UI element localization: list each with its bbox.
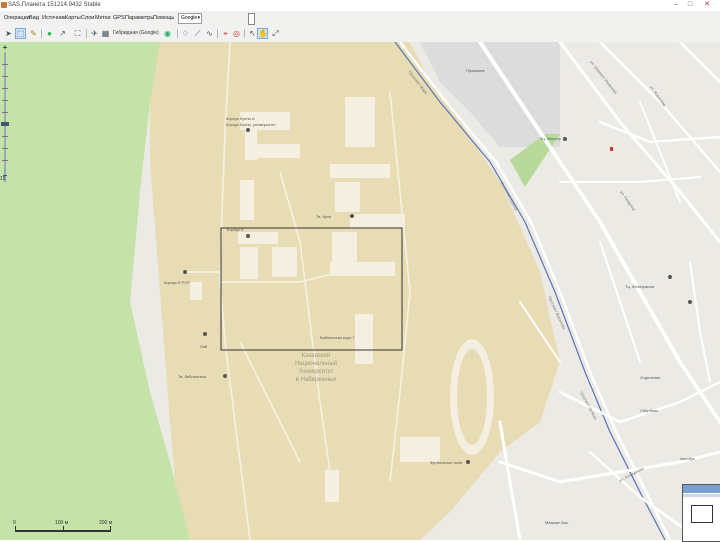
menu-view[interactable]: Вид	[29, 11, 39, 25]
label-uni-area-4: в Набережных	[296, 377, 336, 383]
label-poi-lib2: Тв. библиотека	[178, 374, 207, 379]
label-poi-shop3: Магазин Бас	[545, 520, 568, 525]
chevron-down-icon: ▾	[197, 15, 200, 21]
route-icon[interactable]: ∿	[204, 28, 215, 39]
gps-icon[interactable]: ⌖	[220, 28, 231, 39]
menu-help[interactable]: Помощь	[153, 11, 174, 25]
globe-icon[interactable]: ●	[44, 28, 55, 39]
minimap[interactable]	[682, 484, 720, 542]
label-poi-sport: Футбольное поле	[430, 460, 463, 465]
source-select[interactable]: Google ▾	[178, 13, 202, 24]
label-poi-shop: Тц. Мастер	[540, 136, 562, 141]
menu-bar: Операции Вид Источник Карты Слои Метки G…	[0, 11, 720, 26]
menu-marks[interactable]: Метки	[95, 11, 111, 25]
source-select-value: Google	[181, 15, 198, 21]
edit-path-icon[interactable]: ↗	[57, 28, 68, 39]
label-uni-area-2: Национальный	[295, 360, 337, 367]
label-poi-kitchen: Корпус Кухни А	[226, 116, 255, 121]
menu-gps[interactable]: GPS	[113, 11, 125, 25]
select-rect-icon[interactable]: ⬚	[15, 28, 26, 39]
label-uni-area-3: Университет	[299, 369, 334, 375]
ruler-icon[interactable]: ⟋	[192, 28, 203, 39]
marker-icon[interactable]: ♢	[180, 28, 191, 39]
layers-icon[interactable]: ◉	[162, 28, 173, 39]
label-poi-bus: Автобус	[680, 456, 695, 461]
zoom-slider[interactable]: + –	[1, 44, 9, 184]
close-icon[interactable]: ✕	[698, 1, 716, 8]
map-canvas[interactable]: Корпус Кухни А Корпус Кухни, университет…	[0, 42, 720, 540]
menu-source[interactable]: Источник	[42, 11, 65, 25]
minimap-viewport[interactable]	[691, 505, 713, 523]
move-icon[interactable]: ⤢	[270, 28, 281, 39]
menu-scroll-grip[interactable]	[248, 13, 255, 25]
label-poi-mall: Тц. Жемчужина	[625, 284, 655, 289]
app-icon	[1, 2, 7, 8]
menu-settings[interactable]: Параметры	[125, 11, 154, 25]
scale-bar: 0 100 м 200 м	[13, 520, 115, 536]
tracks-icon[interactable]: ◎	[231, 28, 242, 39]
label-poi-building-b: Корпус Б	[227, 227, 244, 232]
zoom-slider-knob[interactable]	[1, 122, 9, 126]
label-poi-tv: Тв. Кухн	[316, 214, 331, 219]
label-uni-area-1: Казанский	[302, 352, 331, 359]
minimize-icon[interactable]: –	[670, 1, 682, 8]
title-bar: SAS.Планета 151214.9432 Stable – □ ✕	[0, 0, 720, 11]
maximize-icon[interactable]: □	[684, 1, 696, 8]
toolbar: ➤ ⬚ ✎ ● ↗ ⛶ ✈ ▦ Гибридная (Google) ◉ ♢ ⟋…	[0, 25, 720, 43]
map-icon[interactable]: ▦	[100, 28, 111, 39]
minimap-header	[683, 485, 720, 493]
menu-layers[interactable]: Слои	[81, 11, 94, 25]
label-poi-bank: Сбербанк	[640, 408, 658, 413]
label-industrial: Промзона	[466, 68, 485, 73]
label-poi-uni1: Корпус Кухни, университет	[226, 122, 276, 127]
label-poi-library: Библиотека корп.7	[320, 335, 355, 340]
satellite-icon[interactable]: ✈	[89, 28, 100, 39]
label-poi-office: Отделение	[640, 375, 661, 380]
menu-operations[interactable]: Операции	[4, 11, 30, 25]
zoom-in-button[interactable]: +	[1, 44, 9, 52]
map-source-label[interactable]: Гибридная (Google)	[113, 25, 159, 42]
pen-icon[interactable]: ✎	[28, 28, 39, 39]
fullscreen-icon[interactable]: ⛶	[72, 28, 83, 39]
label-poi-lab: Лаб	[200, 344, 208, 349]
label-poi-korpus-b2: Корпус Е РСР	[164, 280, 190, 285]
navigate-arrow-icon[interactable]: ➤	[3, 28, 14, 39]
menu-maps[interactable]: Карты	[65, 11, 81, 25]
scale-label-100: 100 м	[55, 520, 69, 526]
window-title: SAS.Планета 151214.9432 Stable	[8, 2, 101, 8]
hand-icon[interactable]: ✋	[257, 28, 268, 39]
zoom-level: 15	[0, 176, 6, 182]
